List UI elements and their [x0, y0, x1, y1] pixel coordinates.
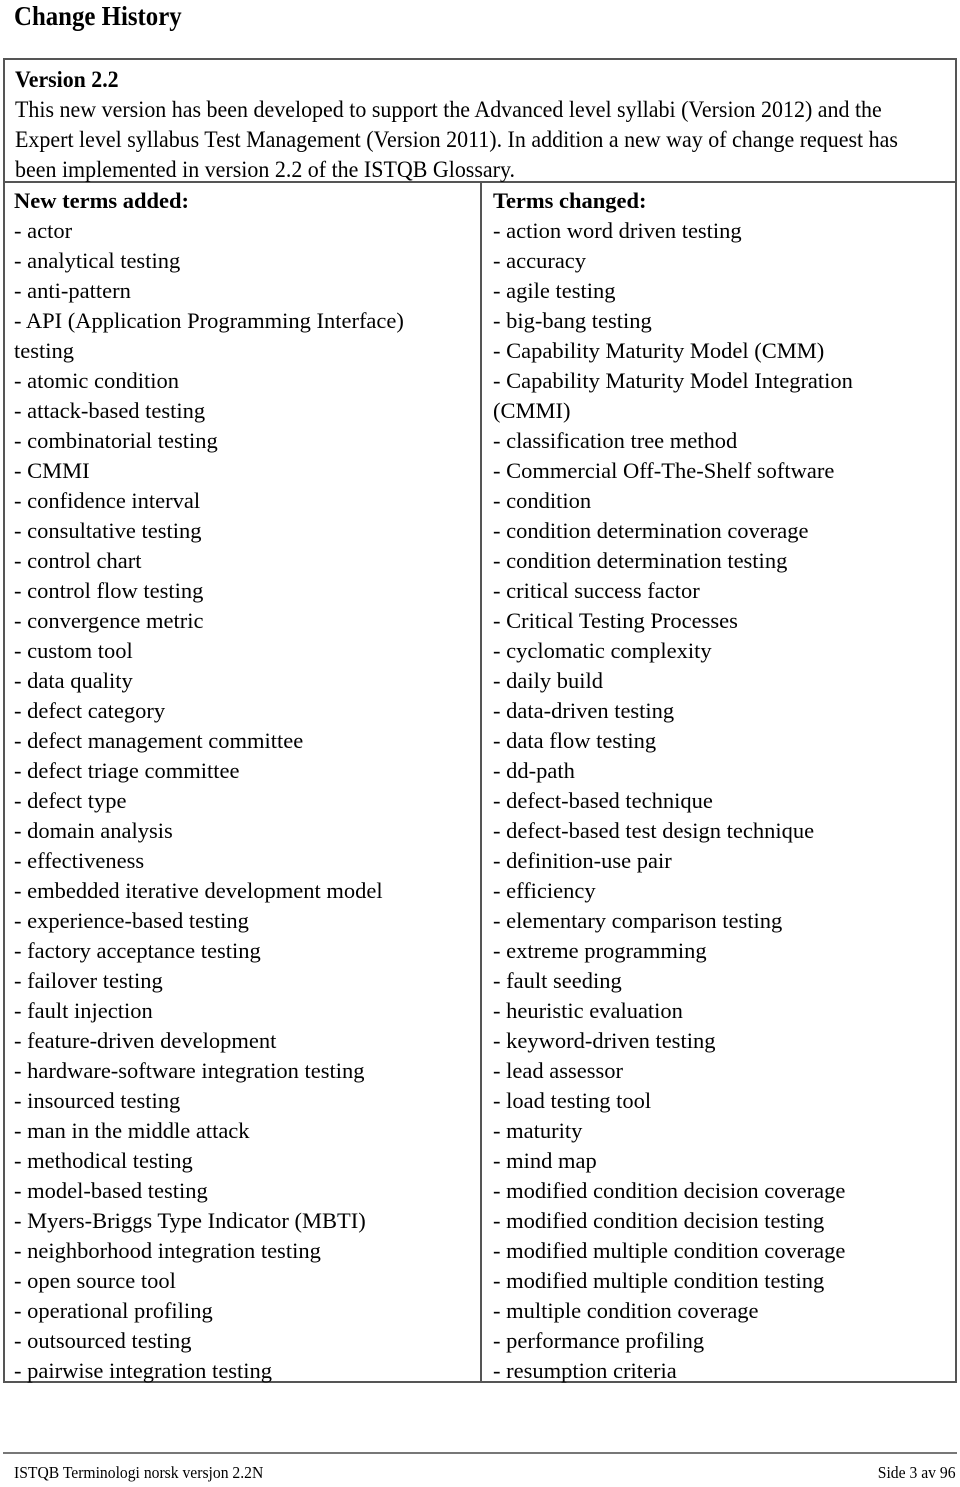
version-heading: Version 2.2	[15, 67, 119, 92]
term-item: - anti-pattern	[14, 278, 131, 303]
term-item: - daily build	[493, 668, 603, 693]
term-item: - control chart	[14, 548, 142, 573]
term-item: - condition	[493, 488, 592, 513]
term-item: - data quality	[14, 668, 133, 693]
changed-terms-heading: Terms changed:	[493, 188, 647, 213]
term-item: - man in the middle attack	[14, 1118, 250, 1143]
term-item: - lead assessor	[493, 1058, 623, 1083]
term-item: (CMMI)	[493, 398, 571, 423]
new-terms-heading: New terms added:	[14, 188, 189, 213]
term-item: testing	[14, 338, 74, 363]
new-terms-list: - actor - analytical testing - anti-patter…	[14, 216, 480, 1386]
term-item: - defect-based test design technique	[493, 818, 815, 843]
footer-divider	[3, 1452, 957, 1454]
changed-terms-column: Terms changed: - action word driven test…	[482, 183, 955, 1383]
term-item: - effectiveness	[14, 848, 145, 873]
term-item: - failover testing	[14, 968, 163, 993]
term-item: - combinatorial testing	[14, 428, 218, 453]
term-item: - custom tool	[14, 638, 133, 663]
term-item: - pairwise integration testing	[14, 1358, 273, 1383]
term-item: - condition determination coverage	[493, 518, 809, 543]
term-item: - definition-use pair	[493, 848, 672, 873]
term-item: - hardware-software integration testing	[14, 1058, 365, 1083]
term-item: - convergence metric	[14, 608, 204, 633]
term-item: - analytical testing	[14, 248, 181, 273]
term-item: - defect triage committee	[14, 758, 240, 783]
term-item: - resumption criteria	[493, 1358, 677, 1383]
term-item: - modified multiple condition testing	[493, 1268, 825, 1293]
term-item: - feature-driven development	[14, 1028, 277, 1053]
term-item: - defect-based technique	[493, 788, 713, 813]
term-item: - defect management committee	[14, 728, 304, 753]
term-item: - outsourced testing	[14, 1328, 192, 1353]
term-item: - data flow testing	[493, 728, 657, 753]
footer-document-name: ISTQB Terminologi norsk versjon 2.2N	[14, 1463, 264, 1482]
term-item: - mind map	[493, 1148, 597, 1173]
version-section: Version 2.2 This new version has been de…	[5, 60, 955, 183]
term-item: - open source tool	[14, 1268, 176, 1293]
term-item: - Critical Testing Processes	[493, 608, 738, 633]
term-item: - model-based testing	[14, 1178, 208, 1203]
term-item: - heuristic evaluation	[493, 998, 683, 1023]
term-item: - consultative testing	[14, 518, 202, 543]
term-item: - Capability Maturity Model (CMM)	[493, 338, 825, 363]
term-item: - defect type	[14, 788, 127, 813]
change-history-table: Version 2.2 This new version has been de…	[3, 58, 957, 1383]
term-item: - factory acceptance testing	[14, 938, 261, 963]
page-title: Change History	[14, 1, 182, 31]
term-item: - agile testing	[493, 278, 616, 303]
term-item: - modified condition decision testing	[493, 1208, 825, 1233]
term-item: - data-driven testing	[493, 698, 675, 723]
term-item: - Commercial Off-The-Shelf software	[493, 458, 835, 483]
term-item: - big-bang testing	[493, 308, 652, 333]
term-item: - defect category	[14, 698, 166, 723]
term-item: - keyword-driven testing	[493, 1028, 716, 1053]
term-item: - experience-based testing	[14, 908, 249, 933]
term-item: - embedded iterative development model	[14, 878, 383, 903]
new-terms-column: New terms added: - actor - analytical tes…	[5, 183, 482, 1383]
term-item: - elementary comparison testing	[493, 908, 783, 933]
term-item: - CMMI	[14, 458, 90, 483]
term-item: - performance profiling	[493, 1328, 705, 1353]
term-item: - insourced testing	[14, 1088, 181, 1113]
term-item: - condition determination testing	[493, 548, 788, 573]
term-item: - Myers-Briggs Type Indicator (MBTI)	[14, 1208, 366, 1233]
term-item: - fault injection	[14, 998, 153, 1023]
term-item: - neighborhood integration testing	[14, 1238, 321, 1263]
term-item: - accuracy	[493, 248, 587, 273]
term-item: - extreme programming	[493, 938, 707, 963]
term-item: - API (Application Programming Interface…	[14, 308, 404, 333]
term-item: - load testing tool	[493, 1088, 652, 1113]
term-item: - domain analysis	[14, 818, 173, 843]
term-item: - cyclomatic complexity	[493, 638, 712, 663]
term-item: - modified multiple condition coverage	[493, 1238, 846, 1263]
term-item: - dd-path	[493, 758, 575, 783]
term-item: - attack-based testing	[14, 398, 206, 423]
term-item: - modified condition decision coverage	[493, 1178, 846, 1203]
term-item: - actor	[14, 218, 73, 243]
term-item: - classification tree method	[493, 428, 738, 453]
term-item: - atomic condition	[14, 368, 179, 393]
term-item: - confidence interval	[14, 488, 201, 513]
term-item: - Capability Maturity Model Integration	[493, 368, 853, 393]
term-item: - operational profiling	[14, 1298, 213, 1323]
term-item: - fault seeding	[493, 968, 622, 993]
version-description: This new version has been developed to s…	[15, 97, 898, 182]
changed-terms-list: - action word driven testing - accuracy - …	[493, 216, 955, 1386]
term-item: - multiple condition coverage	[493, 1298, 759, 1323]
footer-page-number: Side 3 av 96	[878, 1463, 956, 1482]
term-item: - efficiency	[493, 878, 596, 903]
term-item: - methodical testing	[14, 1148, 193, 1173]
term-item: - action word driven testing	[493, 218, 742, 243]
term-item: - maturity	[493, 1118, 583, 1143]
term-item: - critical success factor	[493, 578, 700, 603]
term-item: - control flow testing	[14, 578, 204, 603]
